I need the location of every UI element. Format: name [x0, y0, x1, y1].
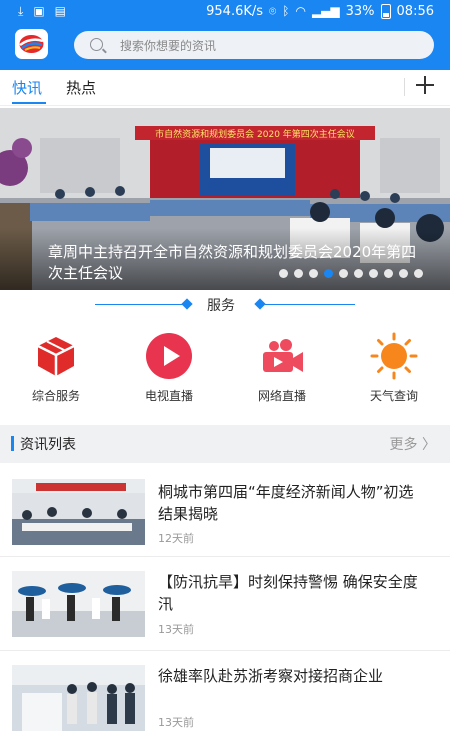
search-placeholder: 搜索你想要的资讯: [120, 39, 217, 53]
news-thumbnail: [12, 665, 145, 731]
divider-line: [265, 304, 355, 305]
news-time: 12天前: [158, 532, 194, 545]
tab-kuaixun[interactable]: 快讯: [12, 77, 42, 98]
chevron-right-icon: 〉: [422, 437, 436, 453]
services-title: 服务: [207, 298, 235, 314]
tab-redian[interactable]: 热点: [66, 77, 96, 98]
battery-icon: [380, 3, 391, 19]
sun-icon: [370, 332, 418, 380]
tab-divider: [404, 78, 405, 96]
news-time: 13天前: [158, 623, 194, 636]
signal-icon: ▂▄▆: [311, 4, 340, 18]
add-channel-button[interactable]: [415, 75, 435, 95]
wifi-icon: ◠: [295, 4, 306, 18]
search-bar[interactable]: 搜索你想要的资讯: [74, 31, 434, 59]
carousel-dot-active[interactable]: [324, 269, 333, 278]
app-logo[interactable]: [15, 29, 48, 59]
news-list-header: 资讯列表 更多 〉: [0, 425, 450, 463]
service-tv-live[interactable]: 电视直播: [119, 332, 219, 404]
news-item[interactable]: 桐城市第四届“年度经济新闻人物”初选结果揭晓 12天前: [0, 463, 450, 557]
service-comprehensive[interactable]: 综合服务: [6, 332, 106, 404]
news-title: 桐城市第四届“年度经济新闻人物”初选结果揭晓: [158, 483, 414, 523]
news-title: 徐雄率队赴苏浙考察对接招商企业: [158, 667, 384, 685]
service-label: 天气查询: [369, 389, 418, 403]
carousel-dot[interactable]: [339, 269, 348, 278]
service-label: 电视直播: [144, 389, 193, 403]
section-marker: [11, 436, 14, 451]
carousel-dot[interactable]: [399, 269, 408, 278]
diamond-icon: [181, 298, 193, 310]
service-weather[interactable]: 天气查询: [344, 332, 444, 404]
carousel-dot[interactable]: [309, 269, 318, 278]
service-web-live[interactable]: 网络直播: [232, 332, 332, 404]
cube-icon: [32, 332, 80, 380]
news-item[interactable]: 【防汛抗旱】时刻保持警惕 确保安全度汛 13天前: [0, 557, 450, 651]
carousel-dot[interactable]: [354, 269, 363, 278]
play-icon: [145, 332, 193, 380]
search-icon: [90, 38, 103, 51]
banner-carousel[interactable]: 市自然资源和规划委员会 2020 年第四次主任会议 章周中主持召开全市自然资源和…: [0, 108, 450, 290]
news-item[interactable]: 徐雄率队赴苏浙考察对接招商企业 13天前: [0, 651, 450, 740]
bluetooth-icon: ᛒ: [282, 4, 290, 18]
battery-percent: 33%: [345, 3, 375, 19]
clock: 08:56: [396, 3, 434, 19]
carousel-dot[interactable]: [384, 269, 393, 278]
channel-tabs: 快讯 热点: [0, 70, 450, 106]
news-time: 13天前: [158, 716, 194, 729]
carousel-dot[interactable]: [369, 269, 378, 278]
download-icon: ⤓: [18, 4, 24, 18]
services-header: 服务: [0, 294, 450, 314]
carousel-dot[interactable]: [414, 269, 423, 278]
network-speed: 954.6K/s: [206, 3, 264, 19]
service-label: 综合服务: [31, 389, 80, 403]
active-tab-indicator: [12, 102, 46, 104]
carousel-dots: [279, 269, 423, 278]
news-thumbnail: [12, 571, 145, 637]
banner-room-text: 市自然资源和规划委员会 2020 年第四次主任会议: [155, 128, 355, 140]
video-camera-icon: [258, 332, 306, 380]
location-icon: ⌾: [269, 4, 277, 18]
carousel-dot[interactable]: [279, 269, 288, 278]
image-icon: ▣: [33, 4, 45, 18]
app-header: ⤓ ▣ ▤ 954.6K/s ⌾ ᛒ ◠ ▂▄▆ 33% 08:56 搜索你想要…: [0, 0, 450, 70]
news-list-title: 资讯列表: [20, 437, 76, 453]
divider-line: [95, 304, 185, 305]
news-thumbnail: [12, 479, 145, 545]
more-link[interactable]: 更多 〉: [390, 434, 436, 454]
diamond-icon: [254, 298, 266, 310]
gallery-icon: ▤: [54, 4, 66, 18]
service-label: 网络直播: [257, 389, 306, 403]
news-title: 【防汛抗旱】时刻保持警惕 确保安全度汛: [158, 573, 418, 613]
carousel-dot[interactable]: [294, 269, 303, 278]
status-bar: ⤓ ▣ ▤ 954.6K/s ⌾ ᛒ ◠ ▂▄▆ 33% 08:56: [0, 0, 450, 24]
